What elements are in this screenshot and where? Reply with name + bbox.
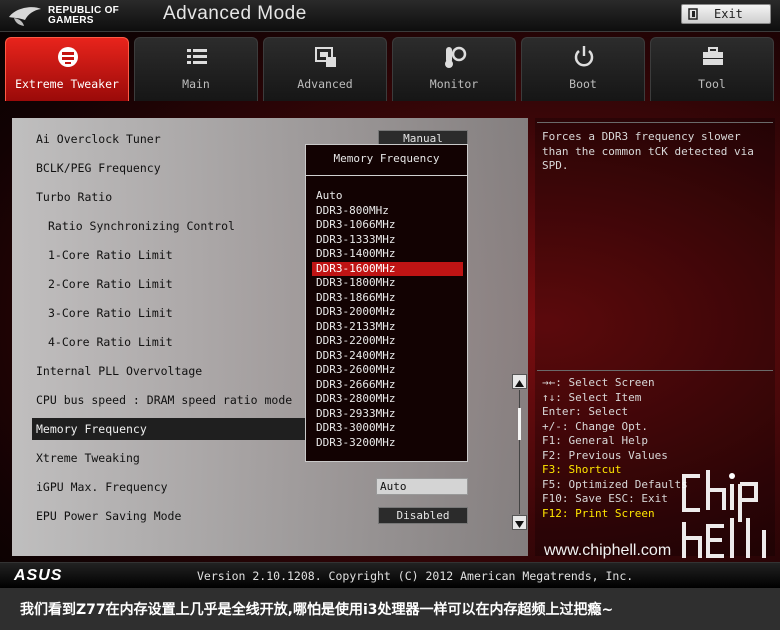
caption-bar: 我们看到Z77在内存设置上几乎是全线开放,哪怕是使用i3处理器一样可以在内存超频…: [0, 588, 780, 630]
help-divider: [537, 122, 773, 123]
option-ddr3-1800[interactable]: DDR3-1800MHz: [312, 276, 463, 290]
tab-boot[interactable]: Boot: [521, 37, 645, 101]
setting-epu-power-saving[interactable]: EPU Power Saving Mode Disabled: [12, 505, 528, 527]
setting-label: 4-Core Ratio Limit: [48, 335, 173, 349]
version-text: Version 2.10.1208. Copyright (C) 2012 Am…: [197, 569, 634, 583]
chip-icon: [315, 47, 336, 67]
option-ddr3-2133[interactable]: DDR3-2133MHz: [312, 320, 463, 334]
tab-label: Main: [182, 77, 210, 91]
scrollbar[interactable]: [512, 374, 527, 530]
option-ddr3-2800[interactable]: DDR3-2800MHz: [312, 392, 463, 406]
arrow-down-icon: [515, 521, 524, 528]
exit-label: Exit: [714, 7, 743, 21]
tab-tool[interactable]: Tool: [650, 37, 774, 101]
tab-monitor[interactable]: Monitor: [392, 37, 516, 101]
setting-label: Turbo Ratio: [36, 190, 113, 204]
arrow-up-icon: [515, 380, 524, 387]
setting-label: Xtreme Tweaking: [36, 451, 140, 465]
chiphell-watermark: www.chiphell.com: [540, 470, 776, 570]
power-icon: [574, 46, 594, 67]
rog-brand-text: REPUBLIC OF GAMERS: [48, 5, 120, 26]
list-icon: [187, 49, 207, 64]
tab-label: Monitor: [429, 77, 479, 91]
help-divider: [537, 370, 773, 371]
option-ddr3-2933[interactable]: DDR3-2933MHz: [312, 407, 463, 421]
mode-title: Advanced Mode: [163, 3, 307, 24]
rog-eye-icon: [9, 7, 41, 26]
header-bar: REPUBLIC OF GAMERS Advanced Mode Exit: [0, 0, 780, 32]
tab-label: Tool: [698, 77, 726, 91]
setting-igpu-max-frequency[interactable]: iGPU Max. Frequency Auto: [12, 476, 528, 498]
setting-label: Ai Overclock Tuner: [36, 132, 161, 146]
option-ddr3-1600[interactable]: DDR3-1600MHz: [312, 261, 463, 276]
exit-icon: [688, 8, 698, 20]
tab-main[interactable]: Main: [134, 37, 258, 101]
setting-label: Memory Frequency: [36, 422, 147, 436]
dropdown-title: Memory Frequency: [333, 152, 440, 165]
option-ddr3-1400[interactable]: DDR3-1400MHz: [312, 247, 463, 261]
setting-label: CPU bus speed : DRAM speed ratio mode: [36, 393, 293, 407]
option-ddr3-2200[interactable]: DDR3-2200MHz: [312, 334, 463, 348]
option-ddr3-2000[interactable]: DDR3-2000MHz: [312, 305, 463, 319]
key-select-item: ↑↓: Select Item: [542, 390, 642, 404]
option-ddr3-3200[interactable]: DDR3-3200MHz: [312, 436, 463, 450]
setting-label: 3-Core Ratio Limit: [48, 306, 173, 320]
setting-label: iGPU Max. Frequency: [36, 480, 168, 494]
gauge-icon: [445, 46, 467, 68]
tab-label: Advanced: [297, 77, 353, 91]
option-ddr3-1066[interactable]: DDR3-1066MHz: [312, 218, 463, 232]
key-f2: F2: Previous Values: [542, 448, 668, 462]
tab-label: Boot: [569, 77, 597, 91]
setting-label: Internal PLL Overvoltage: [36, 364, 203, 378]
scroll-thumb[interactable]: [518, 408, 521, 440]
key-f1: F1: General Help: [542, 434, 648, 447]
igpu-frequency-input[interactable]: Auto: [376, 478, 468, 495]
toolbox-icon: [703, 47, 723, 65]
fan-icon: [58, 47, 78, 67]
setting-label: 1-Core Ratio Limit: [48, 248, 173, 262]
key-select-screen: →←: Select Screen: [542, 376, 655, 389]
setting-label: Ratio Synchronizing Control: [48, 219, 235, 233]
asus-logo: ASUS: [14, 567, 63, 584]
scroll-up-button[interactable]: [512, 374, 527, 389]
site-url: www.chiphell.com: [544, 542, 672, 559]
scroll-down-button[interactable]: [512, 515, 527, 530]
option-ddr3-1333[interactable]: DDR3-1333MHz: [312, 233, 463, 247]
setting-memory-frequency[interactable]: Memory Frequency: [32, 418, 322, 440]
chiphell-logo-icon: [682, 470, 766, 558]
caption-text: 我们看到Z77在内存设置上几乎是全线开放,哪怕是使用i3处理器一样可以在内存超频…: [20, 602, 614, 618]
main-tabs: Extreme Tweaker Main Advanced Monitor Bo…: [5, 37, 775, 101]
memory-frequency-dropdown[interactable]: Memory Frequency Auto DDR3-800MHz DDR3-1…: [305, 144, 468, 462]
option-ddr3-2400[interactable]: DDR3-2400MHz: [312, 349, 463, 363]
help-description: Forces a DDR3 frequency slower than the …: [542, 130, 754, 172]
setting-label: BCLK/PEG Frequency: [36, 161, 161, 175]
option-ddr3-3000[interactable]: DDR3-3000MHz: [312, 421, 463, 435]
dropdown-divider: [306, 175, 467, 176]
option-ddr3-2666[interactable]: DDR3-2666MHz: [312, 378, 463, 392]
tab-extreme-tweaker[interactable]: Extreme Tweaker: [5, 37, 129, 101]
key-change-opt: +/-: Change Opt.: [542, 419, 648, 433]
option-ddr3-1866[interactable]: DDR3-1866MHz: [312, 291, 463, 305]
setting-label: EPU Power Saving Mode: [36, 509, 182, 523]
tab-label: Extreme Tweaker: [15, 77, 119, 91]
footer-bar: ASUS Version 2.10.1208. Copyright (C) 20…: [0, 562, 780, 588]
exit-button[interactable]: Exit: [681, 4, 771, 24]
rog-logo: REPUBLIC OF GAMERS: [8, 3, 148, 29]
tab-advanced[interactable]: Advanced: [263, 37, 387, 101]
option-ddr3-800[interactable]: DDR3-800MHz: [312, 204, 463, 218]
key-enter: Enter: Select: [542, 405, 629, 418]
option-auto[interactable]: Auto: [312, 189, 463, 203]
option-ddr3-2600[interactable]: DDR3-2600MHz: [312, 363, 463, 377]
setting-value-disabled[interactable]: Disabled: [378, 507, 468, 524]
setting-label: 2-Core Ratio Limit: [48, 277, 173, 291]
